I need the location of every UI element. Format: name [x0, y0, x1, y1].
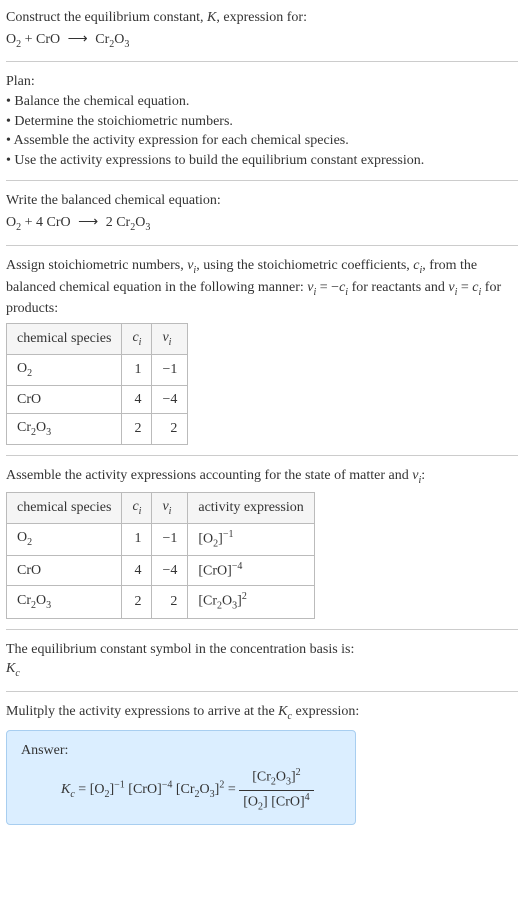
col-species: chemical species [7, 323, 122, 354]
balanced-equation: O2 + 4 CrO ⟶ 2 Cr2O3 [6, 213, 518, 235]
plan-item-3: • Assemble the activity expression for e… [6, 131, 518, 151]
K-symbol: K [207, 10, 216, 25]
divider [6, 691, 518, 692]
plan-item-4: • Use the activity expressions to build … [6, 151, 518, 171]
cell-nui: −4 [152, 385, 188, 414]
col-nui: νi [152, 492, 188, 523]
divider [6, 61, 518, 62]
activity-table: chemical species ci νi activity expressi… [6, 492, 315, 619]
reaction-arrow-icon: ⟶ [74, 213, 102, 233]
species-O2: O2 [6, 215, 21, 230]
col-species: chemical species [7, 492, 122, 523]
cell-ci: 4 [122, 555, 152, 585]
table-row: Cr2O3 2 2 [7, 414, 188, 445]
table-header-row: chemical species ci νi activity expressi… [7, 492, 315, 523]
cell-ci: 4 [122, 385, 152, 414]
cell-species: Cr2O3 [7, 414, 122, 445]
col-activity: activity expression [188, 492, 314, 523]
activity-section: Assemble the activity expressions accoun… [6, 466, 518, 619]
table-row: O2 1 −1 [7, 354, 188, 385]
cell-nui: −4 [152, 555, 188, 585]
species-O2: O2 [6, 32, 21, 47]
table-row: Cr2O3 2 2 [Cr2O3]2 [7, 586, 315, 618]
divider [6, 180, 518, 181]
divider [6, 629, 518, 630]
cell-activity: [Cr2O3]2 [188, 586, 314, 618]
prompt: Construct the equilibrium constant, K, e… [6, 8, 518, 51]
answer-equation: Kc = [O2]−1 [CrO]−4 [Cr2O3]2 = [Cr2O3]2[… [21, 766, 341, 814]
cell-species: Cr2O3 [7, 586, 122, 618]
cell-nui: 2 [152, 414, 188, 445]
cell-ci: 2 [122, 414, 152, 445]
cell-species: O2 [7, 523, 122, 555]
table-row: CrO 4 −4 [CrO]−4 [7, 555, 315, 585]
cell-activity: [CrO]−4 [188, 555, 314, 585]
cell-species: O2 [7, 354, 122, 385]
col-ci: ci [122, 323, 152, 354]
cell-ci: 1 [122, 354, 152, 385]
unbalanced-equation: O2 + CrO ⟶ Cr2O3 [6, 30, 518, 52]
cell-ci: 2 [122, 586, 152, 618]
table-header-row: chemical species ci νi [7, 323, 188, 354]
answer-box: Answer: Kc = [O2]−1 [CrO]−4 [Cr2O3]2 = [… [6, 730, 356, 826]
cell-ci: 1 [122, 523, 152, 555]
plan-section: Plan: • Balance the chemical equation. •… [6, 72, 518, 170]
basis-text: The equilibrium constant symbol in the c… [6, 640, 518, 660]
species-Cr2O3: Cr2O3 [95, 32, 129, 47]
table-row: O2 1 −1 [O2]−1 [7, 523, 315, 555]
multiply-section: Mulitply the activity expressions to arr… [6, 702, 518, 724]
plan-item-2: • Determine the stoichiometric numbers. [6, 112, 518, 132]
balanced-heading: Write the balanced chemical equation: [6, 191, 518, 211]
cell-nui: 2 [152, 586, 188, 618]
basis-section: The equilibrium constant symbol in the c… [6, 640, 518, 681]
answer-label: Answer: [21, 741, 341, 761]
divider [6, 245, 518, 246]
cell-species: CrO [7, 555, 122, 585]
cell-nui: −1 [152, 354, 188, 385]
balanced-section: Write the balanced chemical equation: O2… [6, 191, 518, 234]
divider [6, 455, 518, 456]
table-row: CrO 4 −4 [7, 385, 188, 414]
cell-activity: [O2]−1 [188, 523, 314, 555]
plan-heading: Plan: [6, 72, 518, 92]
reaction-arrow-icon: ⟶ [64, 30, 92, 50]
cell-species: CrO [7, 385, 122, 414]
kc-symbol: Kc [6, 659, 518, 681]
prompt-text-2: , expression for: [216, 10, 307, 25]
plan-item-1: • Balance the chemical equation. [6, 92, 518, 112]
prompt-text-1: Construct the equilibrium constant, [6, 10, 207, 25]
species-CrO: CrO [36, 32, 60, 47]
fraction: [Cr2O3]2[O2] [CrO]4 [239, 766, 313, 814]
col-nui: νi [152, 323, 188, 354]
stoich-section: Assign stoichiometric numbers, νi, using… [6, 256, 518, 445]
cell-nui: −1 [152, 523, 188, 555]
col-ci: ci [122, 492, 152, 523]
stoich-table: chemical species ci νi O2 1 −1 CrO 4 −4 … [6, 323, 188, 445]
